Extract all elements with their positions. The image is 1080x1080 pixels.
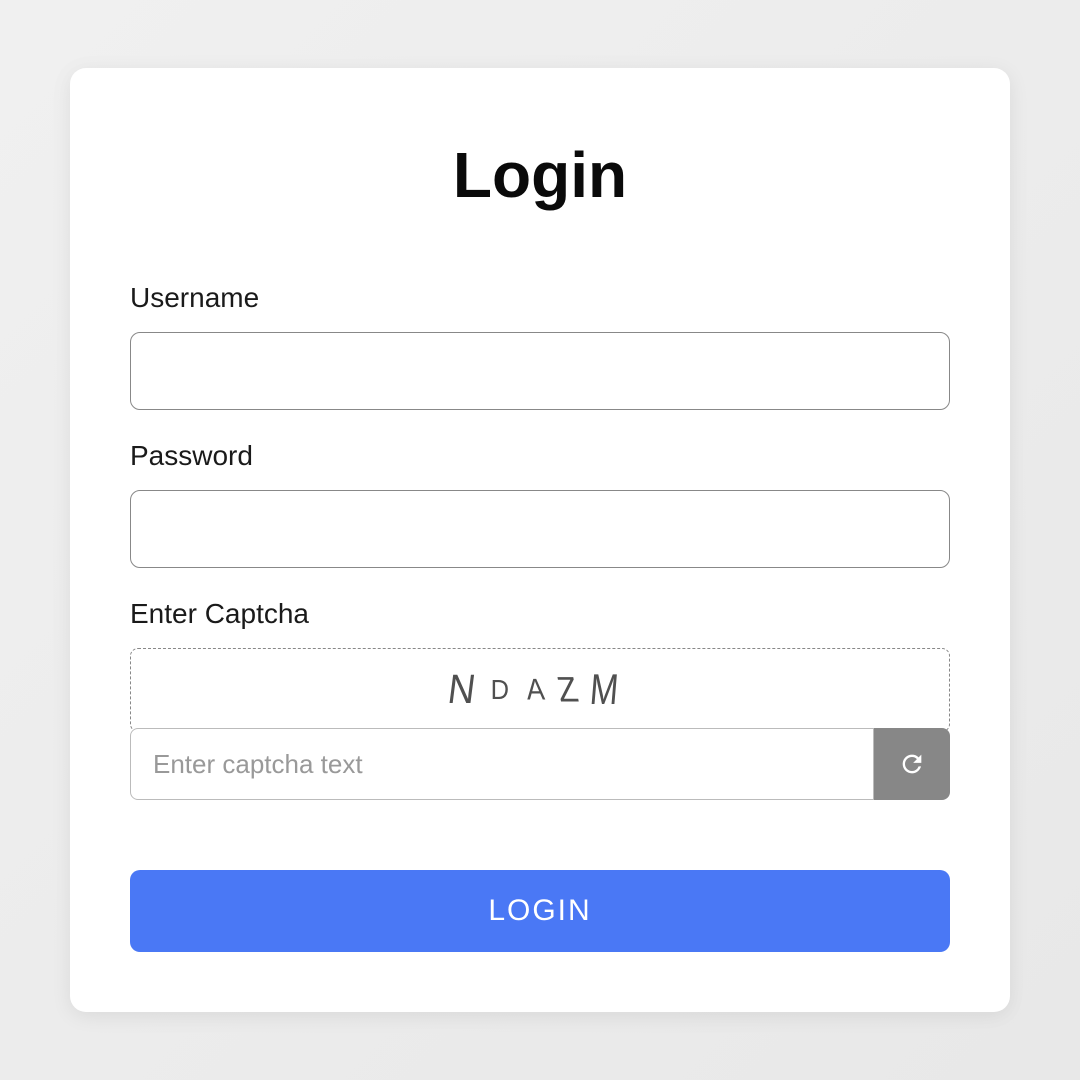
refresh-captcha-button[interactable]: [874, 728, 950, 800]
captcha-input[interactable]: [130, 728, 874, 800]
username-group: Username: [130, 282, 950, 410]
captcha-input-row: [130, 728, 950, 800]
username-label: Username: [130, 282, 950, 314]
captcha-group: Enter Captcha NDAZM: [130, 598, 950, 800]
page-title: Login: [130, 138, 950, 212]
captcha-challenge-text: NDAZM: [450, 669, 631, 712]
refresh-icon: [898, 750, 926, 778]
password-group: Password: [130, 440, 950, 568]
username-input[interactable]: [130, 332, 950, 410]
captcha-label: Enter Captcha: [130, 598, 950, 630]
login-card: Login Username Password Enter Captcha ND…: [70, 68, 1010, 1012]
password-label: Password: [130, 440, 950, 472]
captcha-display: NDAZM: [130, 648, 950, 732]
login-button[interactable]: LOGIN: [130, 870, 950, 952]
password-input[interactable]: [130, 490, 950, 568]
